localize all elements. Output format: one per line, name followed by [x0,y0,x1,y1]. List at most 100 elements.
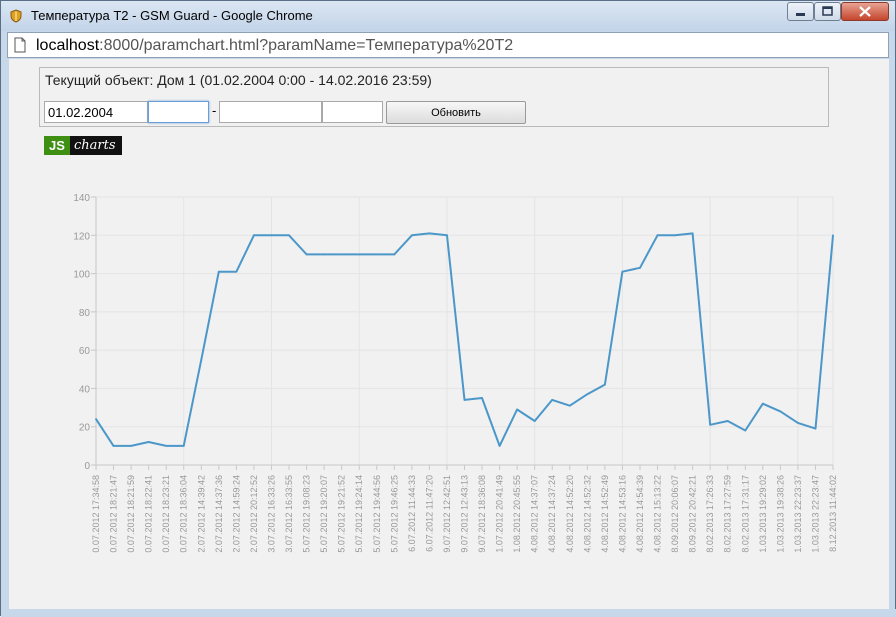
data-point [568,404,571,407]
data-point [744,429,747,432]
x-tick-label: 5.07.2012 19:21:52 [337,475,347,553]
data-point [446,234,448,237]
y-tick-label: 120 [73,231,90,242]
data-point [217,270,220,273]
data-point [498,444,501,447]
data-point [95,418,97,420]
data-point [814,427,817,430]
x-tick-label: 5.07.2012 19:46:25 [389,475,399,553]
y-tick-label: 140 [73,193,90,204]
x-tick-label: 0.07.2012 18:23:21 [161,475,171,553]
data-point [410,234,413,237]
x-tick-label: 6.07.2012 11:44:33 [407,475,417,552]
x-tick-label: 9.07.2012 12:42:51 [442,475,452,553]
x-tick-label: 1.03.2013 22:23:47 [810,475,820,553]
data-point [200,358,203,361]
data-point [779,410,782,413]
browser-window: Температура Т2 - GSM Guard - Google Chro… [0,0,896,617]
x-tick-label: 4.08.2012 14:37:07 [530,475,540,553]
x-tick-label: 4.08.2012 15:13:22 [653,475,663,553]
y-tick-label: 40 [79,384,91,395]
data-point [182,444,185,447]
x-tick-labels: 0.07.2012 17:34:58 0.07.2012 18:21:47 0.07… [91,475,838,553]
data-point [147,441,150,443]
data-point [832,234,834,237]
x-tick-label: 9.07.2012 12:43:13 [460,475,470,553]
data-point [165,444,168,447]
x-tick-label: 4.08.2012 14:52:20 [565,475,575,553]
line-chart: 020406080100120140 0.07.2012 17:34:58 0.0… [73,193,838,553]
chart-series [95,232,834,447]
data-point [112,444,115,447]
data-point [726,420,729,422]
data-point [393,253,396,256]
y-tick-label: 0 [84,461,90,472]
x-tick-label: 4.08.2012 14:52:49 [600,475,610,553]
y-tick-labels: 0 20 40 60 80 100 120 140 [73,193,90,472]
data-point [323,253,326,256]
data-point [481,397,483,399]
data-point [305,253,308,256]
x-tick-label: 4.08.2012 14:37:24 [547,475,557,553]
x-tick-label: 0.07.2012 18:36:04 [179,475,189,553]
x-tick-label: 1.07.2012 20:41:49 [495,475,505,553]
x-tick-label: 3.07.2012 16:33:26 [266,475,276,553]
x-tick-label: 0.07.2012 18:21:59 [126,475,136,553]
x-tick-label: 4.08.2012 14:53:16 [617,475,627,553]
data-point [639,266,641,269]
x-tick-label: 8.12.2013 11:44:02 [828,475,838,552]
data-point [551,399,554,401]
x-tick-label: 1.03.2013 19:29:02 [758,475,768,553]
x-tick-label: 8.09.2012 20:06:07 [670,475,680,553]
x-tick-label: 5.07.2012 19:24:14 [354,475,364,553]
x-tick-label: 8.09.2012 20:42:21 [688,475,698,553]
series-line [95,232,834,447]
x-tick-label: 8.02.2013 17:26:33 [705,475,715,553]
data-point [235,270,238,273]
data-point [358,253,361,256]
data-point [603,383,606,386]
x-tick-label: 2.07.2012 20:12:52 [249,475,259,553]
x-tick-label: 0.07.2012 17:34:58 [91,475,101,553]
data-point [691,232,694,235]
data-point [270,234,273,237]
x-tick-label: 2.07.2012 14:37:36 [214,475,224,553]
x-tick-label: 2.07.2012 14:39:42 [196,475,206,553]
data-point [253,234,255,237]
x-tick-label: 5.07.2012 19:44:56 [372,475,382,553]
data-point [340,253,343,256]
data-point [761,402,764,405]
x-tick-label: 0.07.2012 18:21:47 [109,475,119,553]
y-tick-label: 60 [79,346,91,357]
data-point [516,408,519,411]
data-point [288,234,290,237]
chart-axes [91,196,834,470]
data-point [797,421,799,424]
data-point [656,234,659,237]
data-point [709,423,712,426]
x-tick-label: 1.03.2013 19:38:26 [775,475,785,553]
data-point [375,253,378,256]
data-point [463,399,466,401]
data-point [428,232,431,235]
x-tick-label: 5.07.2012 19:08:23 [302,475,312,553]
x-tick-label: 1.08.2012 20:45:55 [512,475,522,553]
data-point [621,270,624,273]
x-tick-label: 4.08.2012 14:52:32 [582,475,592,553]
x-tick-label: 8.02.2013 17:31:17 [740,475,750,553]
x-tick-label: 6.07.2012 11:47:20 [424,475,434,552]
x-tick-label: 8.02.2013 17:27:59 [723,475,733,553]
x-tick-label: 1.03.2013 22:23:37 [793,475,803,553]
data-point [533,420,536,422]
data-point [586,393,589,396]
y-tick-label: 100 [73,270,90,281]
data-point [130,444,132,447]
y-tick-label: 20 [79,423,91,434]
x-tick-label: 9.07.2012 18:36:08 [477,475,487,553]
x-tick-label: 3.07.2012 16:33:55 [284,475,294,553]
y-tick-label: 80 [79,308,91,319]
data-point [674,234,676,237]
x-tick-label: 5.07.2012 19:20:07 [319,475,329,553]
x-tick-label: 0.07.2012 18:22:41 [144,475,154,553]
x-tick-label: 4.08.2012 14:54:39 [635,475,645,553]
